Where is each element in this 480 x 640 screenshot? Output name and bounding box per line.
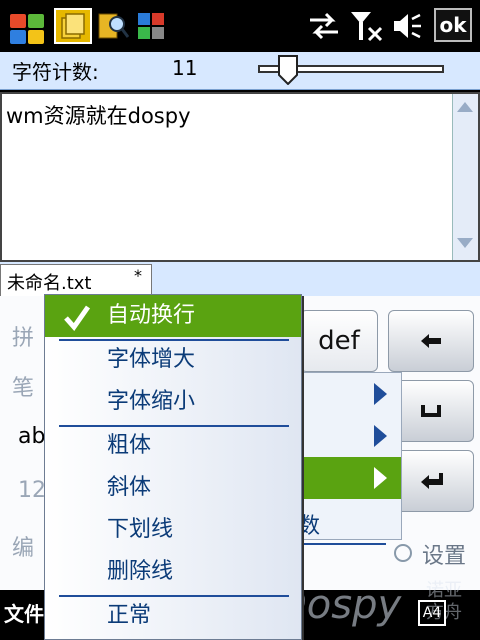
sync-icon	[306, 8, 342, 44]
menu-item-underline[interactable]: 下划线	[45, 509, 301, 551]
space-icon	[421, 405, 441, 417]
menu-item-label: 斜体	[107, 475, 152, 500]
chevron-right-icon	[374, 383, 387, 405]
menu-item-italic[interactable]: 斜体	[45, 467, 301, 509]
settings-label[interactable]: 设置	[422, 538, 466, 570]
menu-item-normal[interactable]: 正常	[45, 595, 301, 637]
tab-document[interactable]: 未命名.txt	[0, 264, 152, 296]
no-signal-icon	[348, 8, 384, 44]
softkey-file[interactable]: 文件	[4, 598, 44, 627]
kb-mode-numeric[interactable]: 12	[18, 478, 46, 503]
checkmark-icon	[64, 305, 91, 331]
menu-item-label: 下划线	[107, 517, 174, 542]
menu-item-strikethrough[interactable]: 删除线	[45, 551, 301, 593]
char-count-value: 11	[172, 56, 198, 80]
kb-mode-stroke[interactable]: 笔	[12, 370, 34, 402]
submenu-row[interactable]	[297, 373, 401, 415]
submenu-row[interactable]	[297, 415, 401, 457]
scroll-up-icon[interactable]	[457, 102, 473, 112]
vertical-scrollbar[interactable]	[452, 94, 478, 260]
char-count-label: 字符计数:	[12, 60, 99, 84]
slider-thumb[interactable]	[278, 55, 298, 86]
menu-item-label: 正常	[107, 603, 152, 628]
menu-item-label: 字体增大	[107, 347, 196, 372]
status-bar: ok	[0, 0, 480, 52]
notes-app-icon[interactable]	[54, 8, 92, 44]
kb-mode-pinyin[interactable]: 拼	[12, 320, 34, 352]
ok-button[interactable]: ok	[434, 8, 472, 42]
modified-indicator: *	[134, 266, 142, 285]
kb-mode-edit[interactable]: 编	[12, 530, 34, 562]
search-app-icon[interactable]	[96, 8, 130, 44]
kb-mode-abc[interactable]: ab	[18, 424, 45, 449]
tiles-app-icon[interactable]	[136, 8, 166, 44]
backspace-key[interactable]	[388, 310, 474, 372]
submenu-divider	[300, 543, 386, 545]
menu-item-label: 删除线	[107, 559, 174, 584]
submenu-row-selected[interactable]	[297, 457, 401, 499]
menu-item-label: 粗体	[107, 433, 152, 458]
enter-icon	[421, 473, 443, 489]
backspace-icon	[421, 334, 441, 348]
key-def[interactable]: def	[300, 310, 378, 372]
menu-item-font-larger[interactable]: 字体增大	[45, 339, 301, 381]
chevron-right-icon	[374, 467, 387, 489]
settings-radio[interactable]	[394, 544, 412, 562]
input-method-indicator[interactable]: A4	[418, 600, 446, 626]
windows-start-icon[interactable]	[4, 8, 48, 44]
menu-item-word-wrap[interactable]: 自动换行	[45, 295, 301, 337]
chevron-right-icon	[374, 425, 387, 447]
menu-item-font-smaller[interactable]: 字体缩小	[45, 381, 301, 423]
menu-item-label: 自动换行	[107, 303, 196, 328]
menu-item-bold[interactable]: 粗体	[45, 425, 301, 467]
speaker-icon[interactable]	[390, 8, 424, 44]
format-menu: 自动换行 字体增大 字体缩小 粗体 斜体 下划线 删除线 正常	[44, 294, 302, 640]
menu-item-label: 字体缩小	[107, 389, 196, 414]
editor-content[interactable]: wm资源就在dospy	[6, 100, 191, 130]
scroll-down-icon[interactable]	[457, 238, 473, 248]
